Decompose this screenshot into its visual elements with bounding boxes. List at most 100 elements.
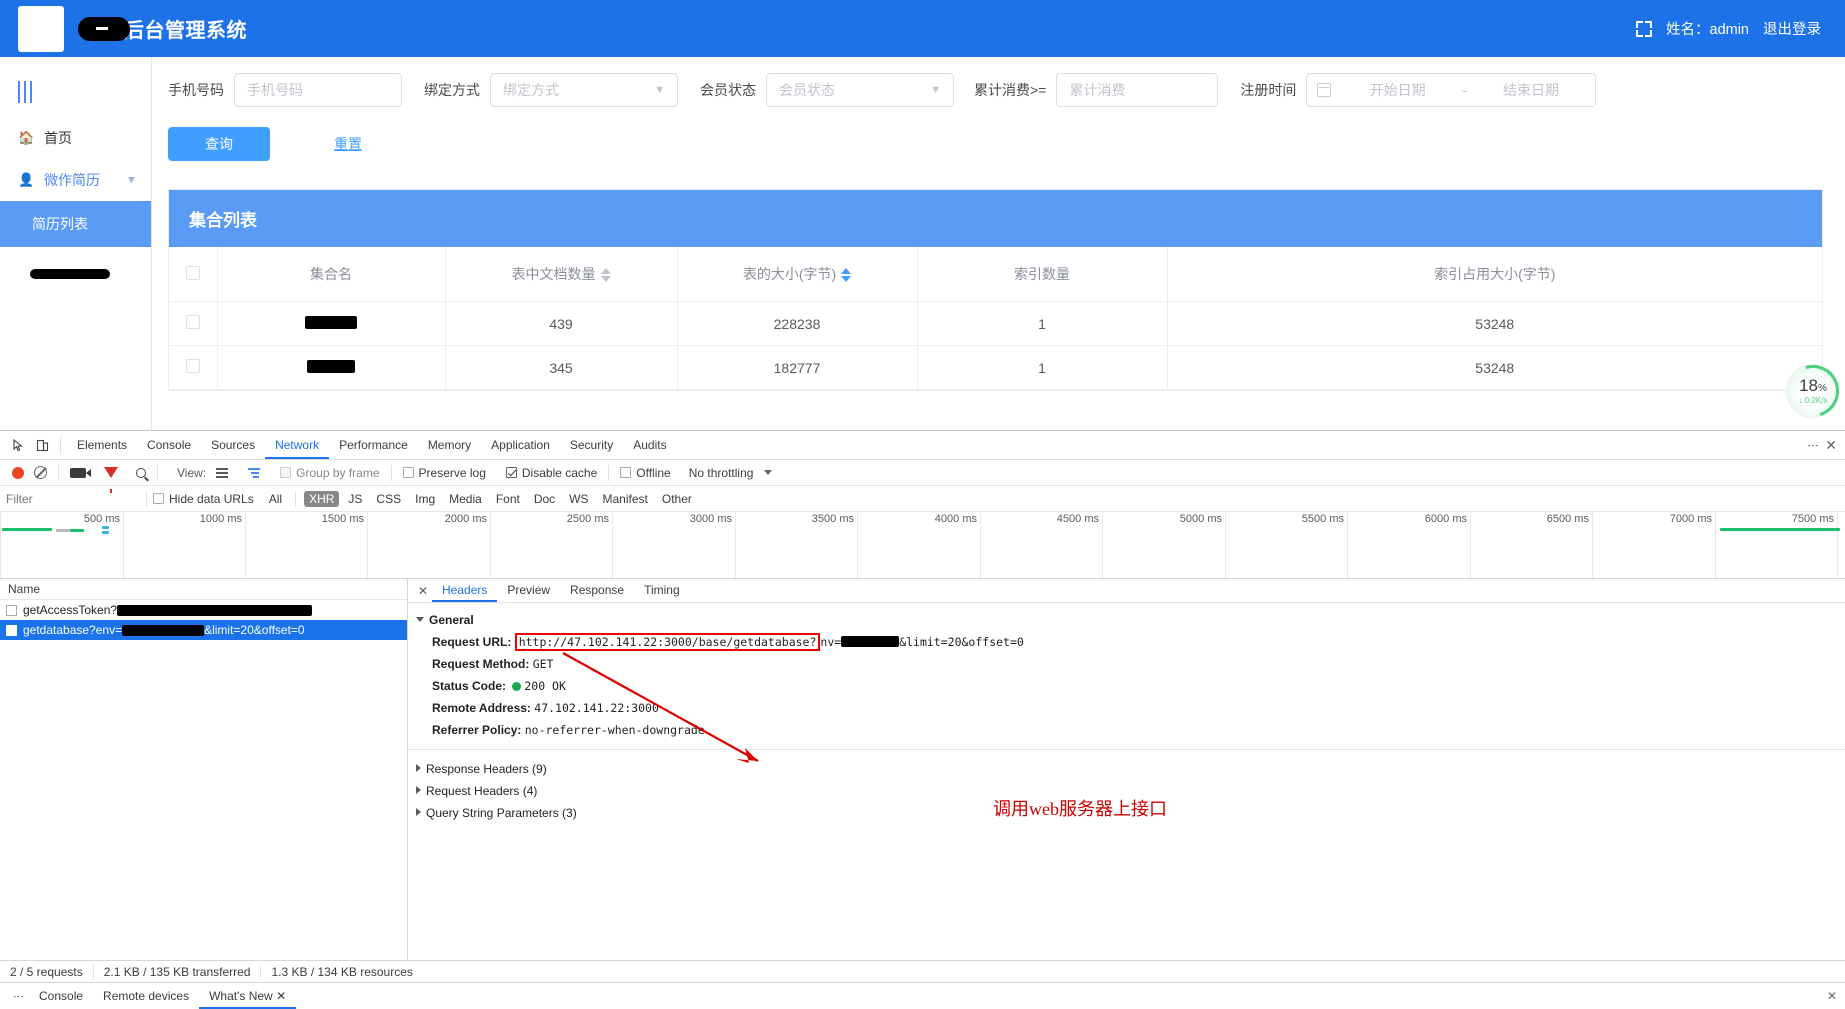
sidebar-item-resume-group[interactable]: 👤 微作简历 ▲ [0,159,151,201]
general-section-title[interactable]: General [408,611,1845,631]
hide-data-urls-checkbox[interactable]: Hide data URLs [153,492,254,506]
type-filter-css[interactable]: CSS [371,491,406,507]
checkbox[interactable] [153,493,164,504]
row-checkbox[interactable] [6,604,17,616]
detail-tab-preview[interactable]: Preview [497,579,560,602]
request-row-getaccesstoken[interactable]: getAccessToken? [0,600,407,620]
cell-index-size: 53248 [1167,345,1822,390]
tab-performance[interactable]: Performance [329,431,418,459]
col-index-count: 索引数量 [917,247,1168,302]
drawer-tab-remote-devices[interactable]: Remote devices [93,983,199,1009]
network-speed-badge[interactable]: 18% ↓ 0.2K/s [1777,355,1845,427]
close-drawer-icon[interactable]: ✕ [1827,989,1845,1003]
select-all-checkbox[interactable] [185,265,200,280]
tab-sources[interactable]: Sources [201,431,265,459]
total-cost-input[interactable]: 累计消费 [1056,73,1219,107]
sort-icon[interactable] [600,268,611,283]
tab-audits[interactable]: Audits [623,431,676,459]
drawer-tab-console[interactable]: Console [29,983,93,1009]
home-icon: 🏠 [18,130,35,145]
start-date-input[interactable]: 开始日期 [1343,80,1452,100]
table-row[interactable]: 439 228238 1 53248 [169,301,1822,346]
waterfall-view-icon[interactable] [246,466,262,480]
type-filter-img[interactable]: Img [410,491,440,507]
network-timeline[interactable]: 500 ms 1000 ms 1500 ms 2000 ms 2500 ms 3… [0,512,1845,579]
row-checkbox[interactable] [6,624,17,636]
drawer-tab-whats-new[interactable]: What's New ✕ [199,983,297,1009]
logout-button[interactable]: 退出登录 [1763,18,1821,39]
member-status-select[interactable]: 会员状态 ▼ [766,73,954,107]
group-by-frame-checkbox[interactable]: Group by frame [280,466,380,480]
sidebar: 🏠 首页 👤 微作简历 ▲ 简历列表 [0,57,152,430]
preserve-log-checkbox[interactable]: Preserve log [402,466,486,480]
detail-tab-headers[interactable]: Headers [432,579,498,602]
sidebar-item-home[interactable]: 🏠 首页 [0,117,151,159]
request-row-getdatabase[interactable]: getdatabase?env= &limit=20&offset=0 [0,620,407,640]
record-icon[interactable] [12,466,24,479]
filter-icon[interactable] [104,467,118,493]
type-filter-other[interactable]: Other [657,491,697,507]
detail-body: General Request URL: http://47.102.141.2… [408,603,1845,960]
timeline-tick: 6000 ms [1424,513,1467,525]
throttling-select[interactable]: No throttling [689,466,754,480]
type-filter-all[interactable]: All [264,491,287,507]
row-checkbox[interactable] [185,315,200,329]
fullscreen-icon[interactable] [1636,20,1652,37]
hamburger-icon[interactable] [0,67,151,117]
kebab-menu-icon[interactable]: ⋮ [6,991,29,1002]
col-doc-count[interactable]: 表中文档数量 [445,247,678,302]
type-filter-media[interactable]: Media [444,491,487,507]
sort-icon-active[interactable] [841,268,852,283]
col-table-size[interactable]: 表的大小(字节) [677,247,918,302]
register-date-range[interactable]: 开始日期 - 结束日期 [1306,73,1597,107]
tab-network[interactable]: Network [265,431,330,459]
type-filter-font[interactable]: Font [491,491,525,507]
type-filter-js[interactable]: JS [343,491,367,507]
table-row[interactable]: 345 182777 1 53248 [169,345,1822,390]
checkbox[interactable] [402,467,414,478]
tab-console[interactable]: Console [137,431,201,459]
network-toolbar: View: Group by frame Preserve log Disabl… [0,460,1845,493]
offline-checkbox[interactable]: Offline [620,466,671,480]
bind-type-select[interactable]: 绑定方式 ▼ [490,73,678,107]
reset-button[interactable]: 重置 [328,133,368,155]
clear-icon[interactable] [34,466,47,479]
close-devtools-icon[interactable]: ✕ [1825,437,1837,454]
checkbox[interactable] [620,467,632,478]
row-checkbox[interactable] [185,359,200,373]
checkbox[interactable] [280,467,292,478]
tab-security[interactable]: Security [560,431,623,459]
inspect-element-icon[interactable] [6,434,30,456]
row-select-cell [169,345,218,390]
status-requests: 2 / 5 requests [0,964,94,979]
more-options-icon[interactable]: ⋮ [1800,440,1823,451]
query-button[interactable]: 查询 [168,127,270,161]
type-filter-ws[interactable]: WS [564,491,593,507]
list-view-icon[interactable] [214,466,230,480]
close-icon[interactable]: ✕ [414,584,432,598]
checkbox-checked[interactable] [505,467,517,478]
detail-tab-response[interactable]: Response [560,579,634,602]
devtools-panel: Elements Console Sources Network Perform… [0,430,1845,1009]
section-response-headers[interactable]: Response Headers (9) [408,758,1845,780]
device-toolbar-icon[interactable] [30,434,54,456]
type-filter-manifest[interactable]: Manifest [598,491,653,507]
end-date-input[interactable]: 结束日期 [1477,80,1586,100]
disable-cache-checkbox[interactable]: Disable cache [505,466,597,480]
capture-screenshots-icon[interactable] [70,467,91,478]
chevron-down-icon[interactable] [764,470,773,475]
type-filter-xhr[interactable]: XHR [304,490,340,507]
close-icon[interactable]: ✕ [276,989,286,1003]
tab-memory[interactable]: Memory [418,431,481,459]
type-filter-doc[interactable]: Doc [529,491,560,507]
timeline-tick: 500 ms [83,513,120,525]
tab-elements[interactable]: Elements [67,431,137,459]
detail-tab-timing[interactable]: Timing [634,579,690,602]
search-icon[interactable] [136,467,146,478]
sidebar-item-resume-list[interactable]: 简历列表 [0,201,151,247]
tab-application[interactable]: Application [481,431,560,459]
status-ok-icon [512,682,522,691]
timeline-tick: 1500 ms [321,513,364,525]
filter-input[interactable] [0,486,140,511]
phone-input[interactable]: 手机号码 [234,73,402,107]
